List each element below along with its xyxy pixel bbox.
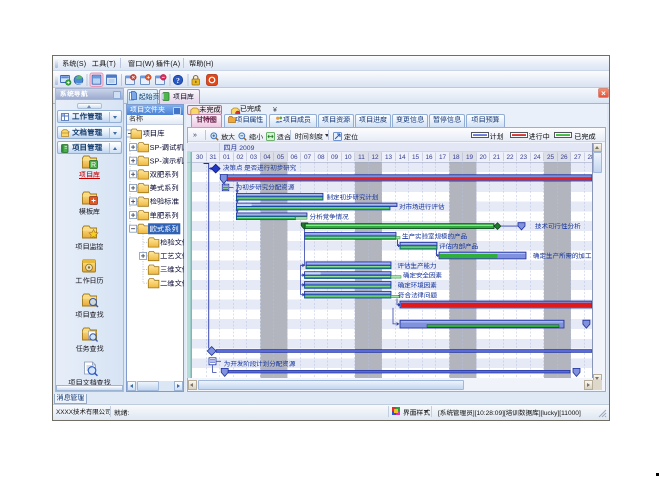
svg-text:11: 11 [358, 154, 365, 161]
svg-text:23: 23 [520, 154, 528, 161]
svg-text:16: 16 [425, 154, 433, 161]
svg-text:SP-调试机系列: SP-调试机系列 [150, 143, 184, 152]
svg-text:14: 14 [398, 154, 406, 161]
svg-text:三维文件: 三维文件 [160, 265, 184, 274]
svg-text:美式系列: 美式系列 [150, 184, 179, 193]
svg-text:12: 12 [371, 154, 379, 161]
svg-text:03: 03 [250, 154, 258, 161]
svg-text:02: 02 [236, 154, 244, 161]
svg-text:分析竞争情况: 分析竞争情况 [310, 213, 350, 221]
svg-text:制定初步研究计划: 制定初步研究计划 [327, 193, 380, 201]
svg-text:四月 2009: 四月 2009 [224, 144, 255, 152]
svg-text:确定安全因素: 确定安全因素 [402, 272, 443, 280]
svg-text:评估生产能力: 评估生产能力 [398, 262, 437, 270]
svg-text:26: 26 [560, 154, 568, 161]
svg-text:19: 19 [466, 154, 474, 161]
svg-text:30: 30 [196, 154, 204, 161]
svg-text:20: 20 [479, 154, 487, 161]
svg-text:生产实验室规模的产品: 生产实验室规模的产品 [402, 233, 468, 241]
svg-text:二维文件: 二维文件 [160, 279, 184, 288]
svg-text:技术可行性分析: 技术可行性分析 [535, 223, 581, 231]
svg-text:评估内部产品: 评估内部产品 [439, 242, 479, 250]
svg-text:项目库: 项目库 [143, 129, 166, 138]
svg-text:符合法律问题: 符合法律问题 [398, 291, 438, 299]
svg-text:04: 04 [263, 154, 271, 161]
svg-text:检验标准: 检验标准 [150, 197, 180, 206]
svg-text:01: 01 [223, 154, 231, 161]
svg-text:22: 22 [506, 154, 514, 161]
svg-text:对市场进行评估: 对市场进行评估 [399, 203, 445, 211]
svg-text:09: 09 [331, 154, 339, 161]
svg-text:为初步研究分配资源: 为初步研究分配资源 [236, 184, 295, 192]
svg-text:检验文件: 检验文件 [160, 238, 184, 247]
svg-text:17: 17 [439, 154, 447, 161]
svg-text:06: 06 [290, 154, 298, 161]
svg-text:双肥系列: 双肥系列 [149, 170, 179, 179]
svg-text:27: 27 [574, 154, 582, 161]
svg-text:15: 15 [412, 154, 420, 161]
svg-text:单肥系列: 单肥系列 [150, 211, 179, 220]
svg-text:欧式系列: 欧式系列 [150, 224, 179, 233]
svg-text:25: 25 [547, 154, 555, 161]
svg-text:05: 05 [277, 154, 285, 161]
svg-text:?: ? [176, 76, 180, 85]
svg-text:为开发阶段计划分配资源: 为开发阶段计划分配资源 [224, 360, 296, 368]
svg-text:10: 10 [344, 154, 352, 161]
svg-text:07: 07 [304, 154, 312, 161]
svg-text:R: R [91, 162, 96, 169]
svg-text:08: 08 [317, 154, 325, 161]
svg-text:工艺文件: 工艺文件 [160, 252, 184, 261]
svg-text:21: 21 [493, 154, 501, 161]
svg-text:确定生产所需的加工: 确定生产所需的加工 [532, 252, 592, 260]
svg-text:31: 31 [209, 154, 217, 161]
svg-text:24: 24 [533, 154, 541, 161]
svg-text:18: 18 [452, 154, 460, 161]
svg-text:SP-演示机系列: SP-演示机系列 [150, 156, 184, 165]
svg-text:决策点 是否进行初步研究: 决策点 是否进行初步研究 [223, 164, 297, 172]
svg-text:13: 13 [385, 154, 393, 161]
svg-text:确定环境因素: 确定环境因素 [397, 282, 438, 290]
